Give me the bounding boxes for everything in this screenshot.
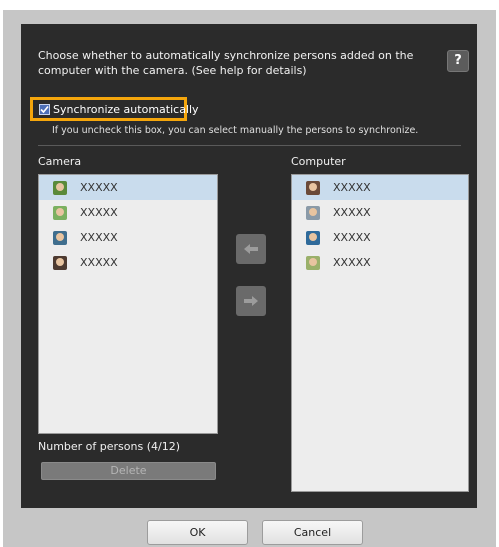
move-to-camera-button[interactable] xyxy=(236,234,266,264)
computer-list-item[interactable]: XXXXX xyxy=(292,225,468,250)
window-background: Choose whether to automatically synchron… xyxy=(0,0,499,547)
delete-button[interactable]: Delete xyxy=(41,462,216,480)
sync-dialog: Choose whether to automatically synchron… xyxy=(21,24,477,508)
person-name: XXXXX xyxy=(80,256,118,269)
arrow-right-icon xyxy=(244,296,258,306)
person-name: XXXXX xyxy=(80,206,118,219)
camera-list-item[interactable]: XXXXX xyxy=(39,225,217,250)
description-text: Choose whether to automatically synchron… xyxy=(38,49,414,77)
computer-list-item[interactable]: XXXXX xyxy=(292,175,468,200)
sync-checkbox[interactable] xyxy=(39,103,50,115)
person-name: XXXXX xyxy=(333,231,371,244)
person-avatar-icon xyxy=(306,180,320,195)
cancel-button[interactable]: Cancel xyxy=(262,520,363,545)
camera-list-item[interactable]: XXXXX xyxy=(39,175,217,200)
camera-label: Camera xyxy=(38,155,82,168)
person-name: XXXXX xyxy=(80,231,118,244)
person-avatar-icon xyxy=(306,255,320,270)
person-name: XXXXX xyxy=(80,181,118,194)
camera-list-item[interactable]: XXXXX xyxy=(39,250,217,275)
person-avatar-icon xyxy=(306,205,320,220)
person-avatar-icon xyxy=(53,255,67,270)
person-name: XXXXX xyxy=(333,206,371,219)
sync-checkbox-label[interactable]: Synchronize automatically xyxy=(53,103,199,116)
ok-button[interactable]: OK xyxy=(147,520,248,545)
person-name: XXXXX xyxy=(333,256,371,269)
camera-list-item[interactable]: XXXXX xyxy=(39,200,217,225)
person-avatar-icon xyxy=(53,205,67,220)
person-name: XXXXX xyxy=(333,181,371,194)
computer-list-item[interactable]: XXXXX xyxy=(292,200,468,225)
person-avatar-icon xyxy=(53,230,67,245)
computer-list-item[interactable]: XXXXX xyxy=(292,250,468,275)
person-avatar-icon xyxy=(306,230,320,245)
sync-hint-text: If you uncheck this box, you can select … xyxy=(52,125,419,136)
sync-checkbox-highlight[interactable]: Synchronize automatically xyxy=(30,97,199,121)
arrow-left-icon xyxy=(244,244,258,254)
divider xyxy=(38,145,461,146)
move-to-computer-button[interactable] xyxy=(236,286,266,316)
computer-label: Computer xyxy=(291,155,346,168)
help-button[interactable]: ? xyxy=(447,50,469,72)
person-count-label: Number of persons (4/12) xyxy=(38,440,181,453)
computer-list[interactable]: XXXXX XXXXX XXXXX XXXXX xyxy=(291,174,469,492)
person-avatar-icon xyxy=(53,180,67,195)
camera-list[interactable]: XXXXX XXXXX XXXXX XXXXX xyxy=(38,174,218,434)
check-icon xyxy=(40,105,49,113)
